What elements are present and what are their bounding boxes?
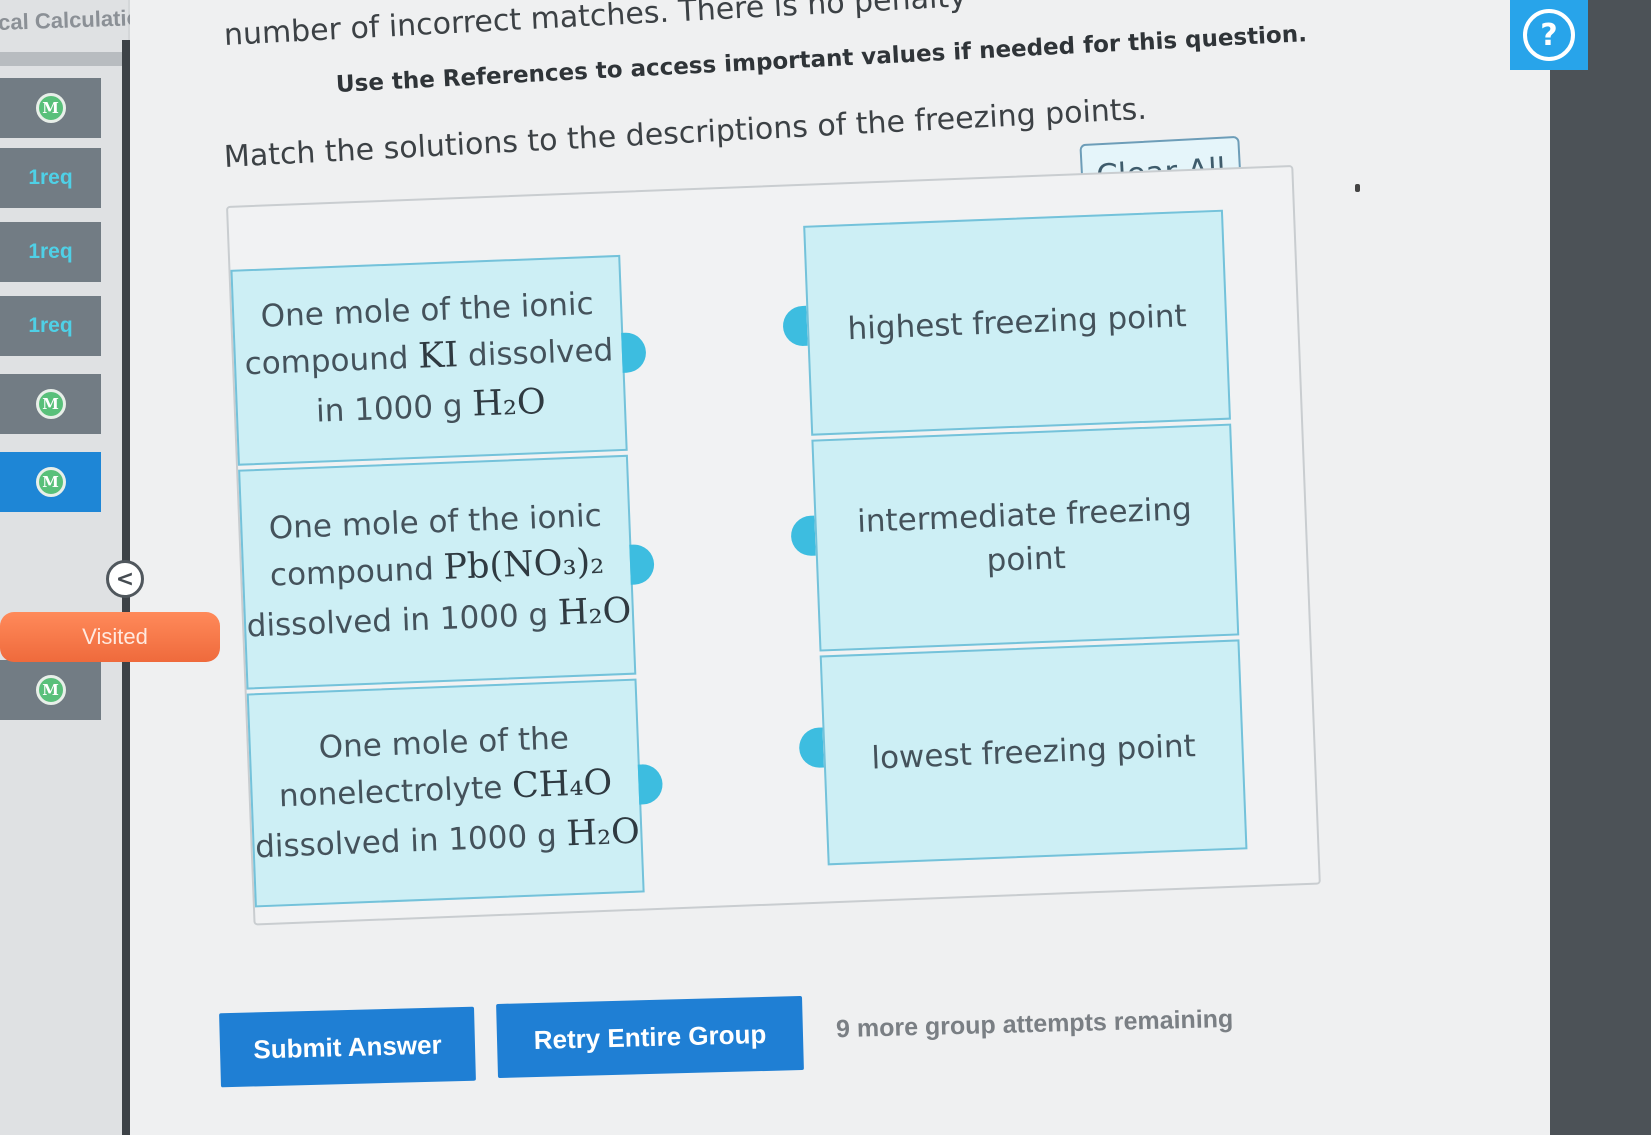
matching-area: One mole of the ionic compound KI dissol… [226, 165, 1321, 926]
description-connector-lowest[interactable] [798, 727, 824, 769]
description-label: intermediate freezing point [856, 491, 1193, 580]
sidebar-item-3[interactable]: 1req [0, 222, 101, 282]
right-gutter [1550, 0, 1651, 1135]
water-formula: H₂O [565, 811, 641, 855]
sidebar-item-2[interactable]: 1req [0, 148, 101, 208]
solution-card-ch4o[interactable]: One mole of the nonelectrolyte CH₄O diss… [246, 678, 645, 908]
solution-text: One mole of the ionic compound KI dissol… [244, 286, 614, 430]
sidebar-item-6-current[interactable]: M [0, 452, 101, 512]
solution-card-ki[interactable]: One mole of the ionic compound KI dissol… [230, 254, 628, 466]
description-card-lowest[interactable]: lowest freezing point [819, 639, 1248, 866]
help-icon: ? [1523, 9, 1575, 61]
solution-connector-ch4o[interactable] [637, 763, 664, 805]
sidebar-item-label: 1req [28, 240, 73, 263]
water-formula: H₂O [471, 381, 547, 425]
submit-answer-button[interactable]: Submit Answer [219, 1006, 476, 1088]
mastery-badge-icon: M [35, 389, 66, 419]
water-formula: H₂O [557, 590, 632, 634]
description-connector-highest[interactable] [782, 305, 808, 347]
description-label: highest freezing point [846, 298, 1188, 348]
mastery-badge-icon: M [35, 467, 66, 497]
sidebar-item-5[interactable]: M [0, 374, 101, 434]
visited-tag: Visited [0, 612, 220, 662]
description-connector-intermediate[interactable] [790, 515, 816, 557]
chemical-formula: CH₄O [511, 762, 613, 807]
solution-card-pbno32[interactable]: One mole of the ionic compound Pb(NO₃)₂ … [238, 454, 637, 690]
solution-connector-ki[interactable] [621, 332, 647, 373]
solution-connector-pbno32[interactable] [629, 543, 655, 585]
description-label: lowest freezing point [870, 728, 1197, 777]
cursor-mark [1355, 184, 1360, 192]
mastery-badge-icon: M [35, 675, 66, 705]
mastery-badge-icon: M [35, 93, 66, 123]
sidebar-divider [0, 52, 128, 66]
chemical-formula: Pb(NO₃)₂ [442, 542, 605, 589]
sidebar-item-label: 1req [28, 166, 73, 189]
solution-text: One mole of the ionic compound Pb(NO₃)₂ … [246, 498, 632, 645]
sidebar-item-label: 1req [28, 314, 73, 337]
sidebar-item-7[interactable]: M [0, 660, 101, 720]
sidebar-item-4[interactable]: 1req [0, 296, 101, 356]
description-card-highest[interactable]: highest freezing point [803, 209, 1231, 436]
solution-text: One mole of the nonelectrolyte CH₄O diss… [254, 720, 641, 866]
screen: ical Calculation... M 1req 1req 1req M M… [0, 0, 1651, 1135]
help-button[interactable]: ? [1510, 0, 1588, 70]
collapse-sidebar-button[interactable]: < [106, 560, 144, 598]
retry-entire-group-button[interactable]: Retry Entire Group [496, 996, 804, 1078]
chemical-formula: KI [417, 335, 459, 378]
description-card-intermediate[interactable]: intermediate freezing point [811, 423, 1240, 652]
sidebar-item-1[interactable]: M [0, 78, 101, 138]
